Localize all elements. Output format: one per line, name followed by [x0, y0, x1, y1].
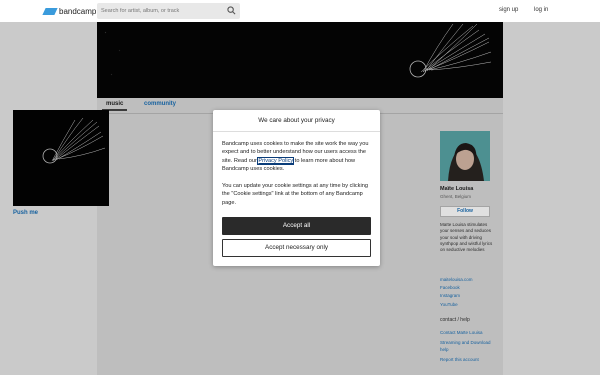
artist-link-instagram[interactable]: Instagram: [440, 292, 473, 300]
artist-links: maitelouisa.com Facebook Instagram YouTu…: [440, 276, 473, 309]
streaming-help-link[interactable]: Streaming and Download help: [440, 340, 495, 353]
artist-location: Ghent, Belgium: [440, 194, 472, 199]
accept-all-button[interactable]: Accept all: [222, 217, 371, 235]
artist-photo[interactable]: [440, 131, 490, 181]
privacy-policy-link[interactable]: Privacy Policy: [257, 156, 295, 165]
artist-bio: Maïte Louisa stimulates your senses and …: [440, 222, 493, 253]
report-account-link[interactable]: Report this account: [440, 357, 495, 363]
artist-link-website[interactable]: maitelouisa.com: [440, 276, 473, 284]
album-cover-push-me[interactable]: [13, 110, 109, 206]
artist-link-facebook[interactable]: Facebook: [440, 284, 473, 292]
artist-banner: [97, 22, 503, 98]
accept-necessary-button[interactable]: Accept necessary only: [222, 239, 371, 257]
signup-link[interactable]: sign up: [499, 7, 518, 13]
artist-name: Maïte Louisa: [440, 186, 474, 192]
banner-feather-art: [409, 23, 492, 78]
artist-link-youtube[interactable]: YouTube: [440, 301, 473, 309]
contact-links: Contact Maïte Louisa Streaming and Downl…: [440, 330, 495, 367]
contact-heading: contact / help: [440, 317, 470, 323]
follow-button[interactable]: Follow: [440, 206, 490, 217]
banner-left-art: [104, 31, 121, 76]
dialog-settings-text: You can update your cookie settings at a…: [222, 183, 368, 206]
top-bar: bandcamp sign up log in: [0, 0, 600, 22]
dialog-title: We care about your privacy: [213, 110, 380, 132]
search-icon[interactable]: [227, 6, 236, 15]
bandcamp-logo-text: bandcamp: [59, 6, 97, 16]
search-input[interactable]: [101, 5, 225, 17]
album-feather-art: [42, 117, 106, 164]
login-link[interactable]: log in: [534, 7, 548, 13]
contact-artist-link[interactable]: Contact Maïte Louisa: [440, 330, 495, 336]
tab-community[interactable]: community: [144, 101, 176, 107]
artist-portrait-art: [440, 131, 490, 181]
dialog-cookie-text: Bandcamp uses cookies to make the site w…: [222, 140, 374, 174]
search-box: [97, 3, 240, 19]
tab-music[interactable]: music: [101, 101, 128, 111]
album-title[interactable]: Push me: [13, 210, 38, 216]
cookie-consent-dialog: We care about your privacy Bandcamp uses…: [213, 110, 380, 266]
bandcamp-logo-icon: [42, 7, 58, 15]
bandcamp-logo[interactable]: bandcamp: [42, 5, 97, 17]
